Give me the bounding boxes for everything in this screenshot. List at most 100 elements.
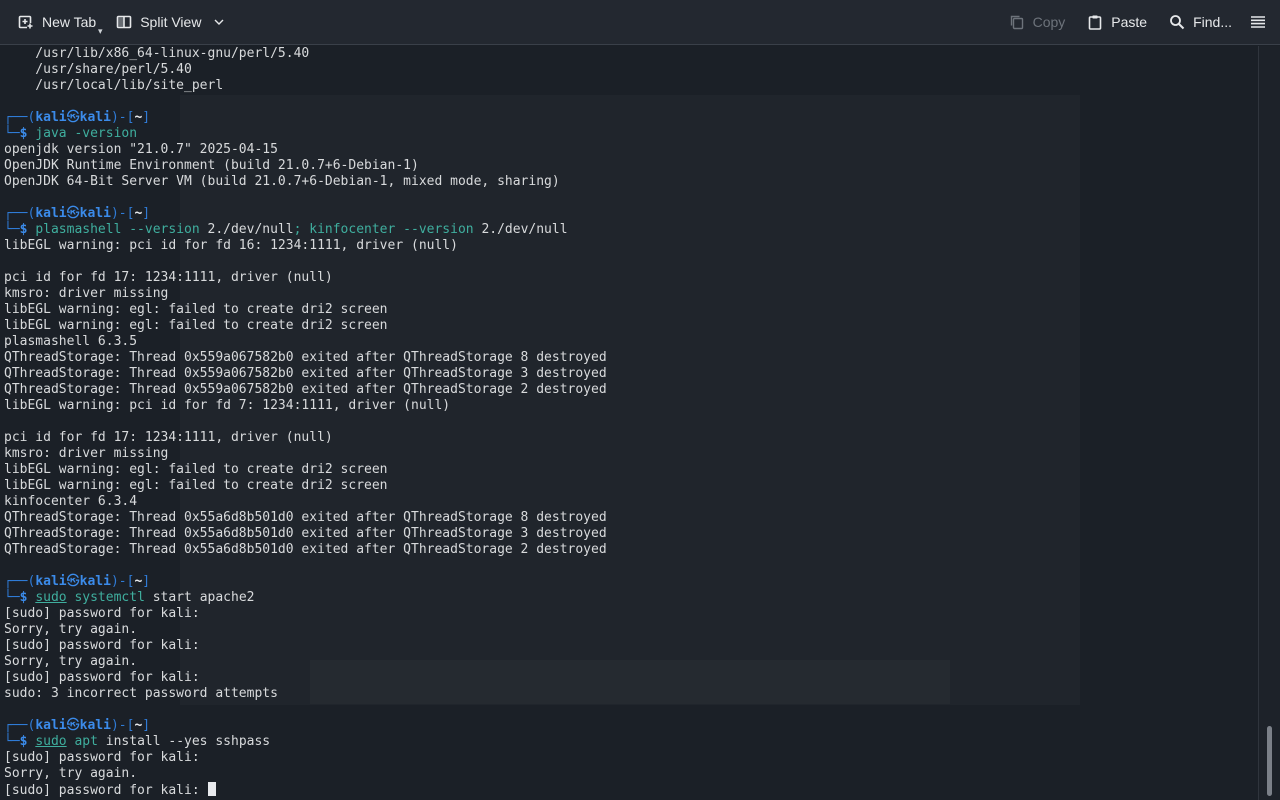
output-line: libEGL warning: pci id for fd 16: 1234:1… [4, 238, 1258, 254]
output-text: pci id for fd 17: 1234:1111, driver (nul… [4, 430, 333, 445]
output-text: [sudo] password for kali: [4, 638, 200, 653]
output-line: libEGL warning: egl: failed to create dr… [4, 462, 1258, 478]
output-text: OpenJDK Runtime Environment (build 21.0.… [4, 158, 419, 173]
output-text: Sorry, try again. [4, 622, 138, 637]
split-view-button[interactable]: Split View [108, 6, 233, 38]
split-view-label: Split View [140, 14, 202, 30]
hamburger-menu-icon [1251, 16, 1265, 28]
prompt-host: kali [79, 206, 111, 221]
output-text: /usr/share/perl/5.40 [4, 62, 192, 77]
command-part: apt [66, 734, 98, 749]
command-part: ; kinfocenter [293, 222, 396, 237]
output-text: [sudo] password for kali: [4, 670, 200, 685]
output-line: OpenJDK Runtime Environment (build 21.0.… [4, 158, 1258, 174]
split-view-icon [116, 15, 132, 29]
command-line: └─$ java -version [4, 126, 1258, 142]
output-line: QThreadStorage: Thread 0x559a067582b0 ex… [4, 366, 1258, 382]
command-part: plasmashell [35, 222, 122, 237]
command-part: sudo [35, 590, 67, 605]
find-button[interactable]: Find... [1161, 6, 1240, 38]
output-text: QThreadStorage: Thread 0x55a6d8b501d0 ex… [4, 542, 607, 557]
prompt-host: kali [79, 718, 111, 733]
chevron-down-icon[interactable] [213, 16, 225, 28]
command-line: └─$ sudo systemctl start apache2 [4, 590, 1258, 606]
output-text: libEGL warning: pci id for fd 16: 1234:1… [4, 238, 458, 253]
prompt-at-symbol: ㉿ [66, 110, 80, 125]
output-line: libEGL warning: egl: failed to create dr… [4, 478, 1258, 494]
output-text: libEGL warning: pci id for fd 7: 1234:11… [4, 398, 451, 413]
prompt-box: )-[ [110, 206, 135, 221]
output-line: libEGL warning: egl: failed to create dr… [4, 318, 1258, 334]
prompt-box: ] [142, 206, 151, 221]
output-text: /usr/local/lib/site_perl [4, 78, 224, 93]
command-part: --version [121, 222, 208, 237]
output-text: Sorry, try again. [4, 654, 138, 669]
prompt-user: kali [35, 574, 67, 589]
output-text: kinfocenter 6.3.4 [4, 494, 138, 509]
output-line: QThreadStorage: Thread 0x55a6d8b501d0 ex… [4, 526, 1258, 542]
command-part: systemctl [66, 590, 145, 605]
prompt-box: ┌──( [4, 110, 36, 125]
output-line: Sorry, try again. [4, 654, 1258, 670]
prompt-user: kali [35, 206, 67, 221]
output-line: kmsro: driver missing [4, 286, 1258, 302]
prompt-box: )-[ [110, 574, 135, 589]
copy-label: Copy [1032, 14, 1066, 30]
output-line: [sudo] password for kali: [4, 638, 1258, 654]
terminal-output[interactable]: /usr/lib/x86_64-linux-gnu/perl/5.40 /usr… [0, 46, 1258, 800]
prompt-line: ┌──(kali㉿kali)-[~] [4, 206, 1258, 222]
prompt-box: └─ [4, 222, 20, 237]
output-text: [sudo] password for kali: [4, 606, 200, 621]
output-line: /usr/lib/x86_64-linux-gnu/perl/5.40 [4, 46, 1258, 62]
command-part: -version [66, 126, 138, 141]
output-text: plasmashell 6.3.5 [4, 334, 138, 349]
prompt-dollar: $ [19, 734, 36, 749]
new-tab-icon [18, 15, 33, 29]
prompt-at-symbol: ㉿ [66, 718, 80, 733]
prompt-box: ] [142, 110, 151, 125]
copy-button[interactable]: Copy [1001, 6, 1074, 38]
command-part: 2./dev/null [207, 222, 294, 237]
prompt-user: kali [35, 110, 67, 125]
output-text: libEGL warning: egl: failed to create dr… [4, 478, 388, 493]
output-text: QThreadStorage: Thread 0x55a6d8b501d0 ex… [4, 526, 607, 541]
output-text: libEGL warning: egl: failed to create dr… [4, 318, 388, 333]
command-part: install --yes sshpass [97, 734, 271, 749]
prompt-box: └─ [4, 126, 20, 141]
paste-label: Paste [1111, 14, 1148, 30]
terminal-scrollbar[interactable] [1258, 46, 1280, 800]
command-line: └─$ sudo apt install --yes sshpass [4, 734, 1258, 750]
command-line: └─$ plasmashell --version 2./dev/null; k… [4, 222, 1258, 238]
output-line: [sudo] password for kali: [4, 750, 1258, 766]
hamburger-menu-button[interactable] [1240, 6, 1280, 38]
output-line: QThreadStorage: Thread 0x55a6d8b501d0 ex… [4, 510, 1258, 526]
output-line: QThreadStorage: Thread 0x559a067582b0 ex… [4, 382, 1258, 398]
output-line: Sorry, try again. [4, 622, 1258, 638]
output-text: OpenJDK 64-Bit Server VM (build 21.0.7+6… [4, 174, 560, 189]
new-tab-button[interactable]: New Tab ▾ [10, 6, 104, 38]
output-text: kmsro: driver missing [4, 446, 169, 461]
output-line: plasmashell 6.3.5 [4, 334, 1258, 350]
scrollbar-thumb[interactable] [1267, 726, 1272, 796]
prompt-box: └─ [4, 734, 20, 749]
prompt-at-symbol: ㉿ [66, 206, 80, 221]
terminal-toolbar: New Tab ▾ Split View Copy Paste Find... [0, 0, 1280, 45]
output-line: openjdk version "21.0.7" 2025-04-15 [4, 142, 1258, 158]
output-line: [sudo] password for kali: [4, 782, 1258, 798]
paste-button[interactable]: Paste [1079, 6, 1155, 38]
output-line: libEGL warning: egl: failed to create dr… [4, 302, 1258, 318]
command-part: 2./dev/null [481, 222, 568, 237]
prompt-dollar: $ [19, 126, 36, 141]
output-text: kmsro: driver missing [4, 286, 169, 301]
output-text: QThreadStorage: Thread 0x559a067582b0 ex… [4, 366, 607, 381]
output-line: QThreadStorage: Thread 0x559a067582b0 ex… [4, 350, 1258, 366]
output-line: QThreadStorage: Thread 0x55a6d8b501d0 ex… [4, 542, 1258, 558]
new-tab-menu-arrow[interactable]: ▾ [98, 26, 103, 37]
prompt-box: ┌──( [4, 574, 36, 589]
output-line: /usr/local/lib/site_perl [4, 78, 1258, 94]
prompt-box: ┌──( [4, 206, 36, 221]
